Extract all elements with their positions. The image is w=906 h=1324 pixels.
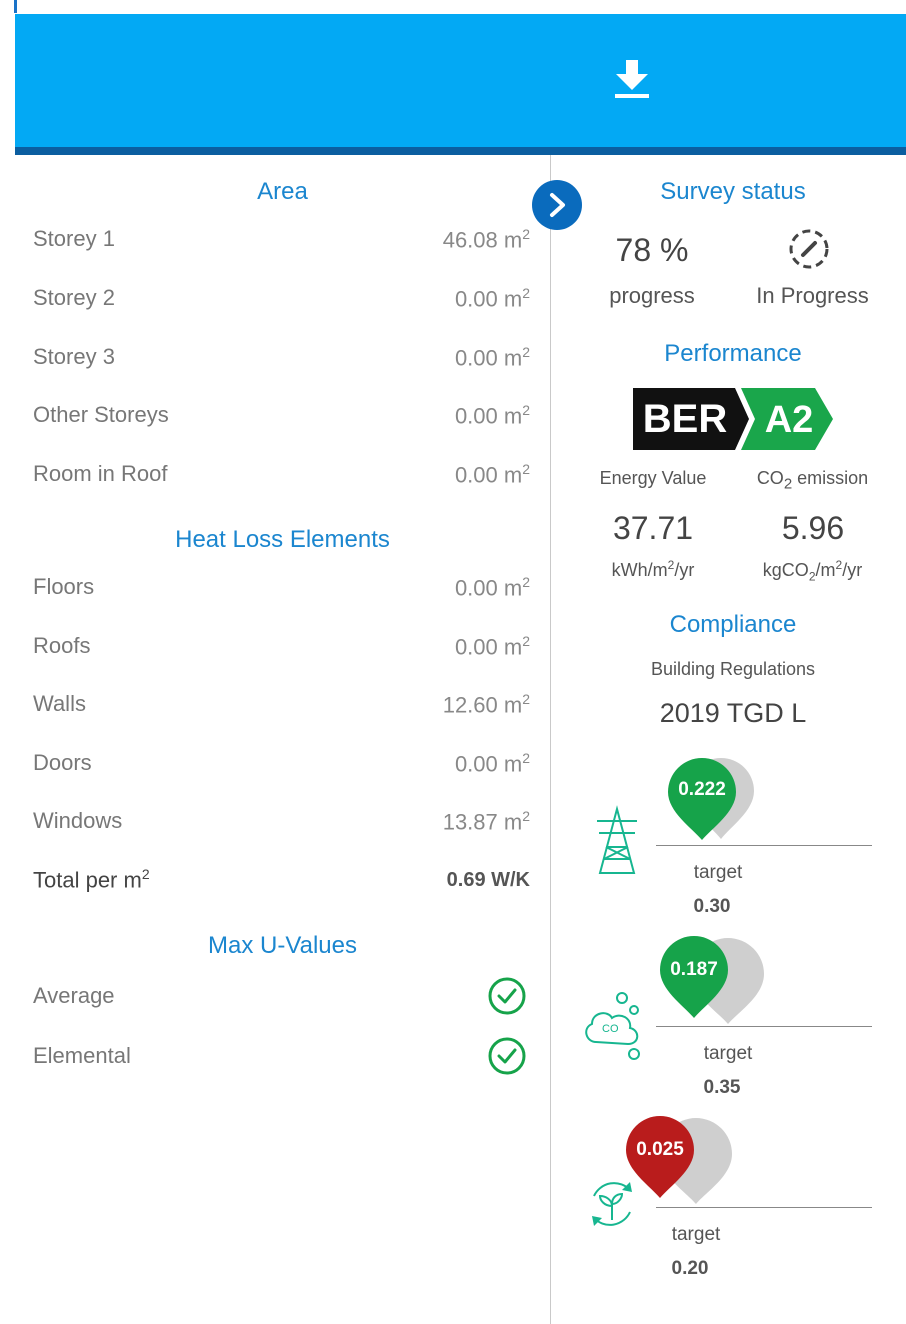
- area-row-value: 0.00 m2: [454, 344, 530, 371]
- ber-text: BER: [643, 397, 728, 441]
- column-divider: [550, 155, 551, 1324]
- total-label: Total per m2: [33, 866, 150, 893]
- area-row-label: Other Storeys: [33, 402, 169, 427]
- compliance-standard: 2019 TGD L: [659, 698, 807, 728]
- area-row-value: 0.00 m2: [454, 285, 530, 312]
- area-row-label: Room in Roof: [33, 461, 168, 486]
- co2-cloud-icon: CO: [578, 988, 654, 1069]
- gauge-value: 0.025: [636, 1139, 684, 1160]
- gauge-pin: [656, 934, 768, 1031]
- target-label: target: [671, 1224, 721, 1245]
- total-value: 0.69 W/K: [446, 869, 530, 891]
- energy-value-label: Energy Value: [599, 468, 707, 488]
- target-value: 0.30: [693, 896, 731, 917]
- survey-status-title: Survey status: [660, 178, 806, 205]
- u-values-title: Max U-Values: [208, 932, 357, 959]
- target-label: target: [693, 862, 743, 883]
- gauge-baseline: [656, 845, 872, 846]
- heat-loss-title: Heat Loss Elements: [175, 526, 390, 553]
- heat-loss-row-label: Roofs: [33, 633, 91, 658]
- gauge-baseline: [656, 1207, 872, 1208]
- edit-progress-icon: [786, 226, 832, 277]
- co2-emission-label: CO2 emission: [756, 468, 869, 493]
- progress-value: 78 %: [615, 232, 689, 268]
- performance-title: Performance: [664, 340, 802, 367]
- heat-loss-row-label: Floors: [33, 574, 95, 599]
- area-row-value: 0.00 m2: [454, 402, 530, 429]
- energy-unit: kWh/m2/yr: [611, 558, 695, 580]
- target-label: target: [703, 1043, 753, 1064]
- gauge-pin: [624, 1114, 736, 1211]
- heat-loss-row-label: Doors: [33, 750, 92, 775]
- u-value-row-label: Elemental: [33, 1043, 131, 1068]
- heat-loss-row-value: 0.00 m2: [454, 633, 530, 660]
- area-row-label: Storey 3: [33, 344, 115, 369]
- area-row-label: Storey 1: [33, 226, 115, 251]
- area-row-value: 0.00 m2: [454, 461, 530, 488]
- area-row-value: 46.08 m2: [442, 226, 530, 253]
- progress-label: progress: [609, 283, 695, 308]
- area-title: Area: [257, 178, 308, 205]
- download-button[interactable]: [612, 56, 652, 102]
- heat-loss-row-label: Windows: [33, 808, 123, 833]
- heat-loss-row-value: 0.00 m2: [454, 750, 530, 777]
- energy-value: 37.71: [612, 510, 694, 546]
- edge-marker: [14, 0, 17, 13]
- power-pylon-icon: [592, 805, 642, 882]
- compliance-subtitle: Building Regulations: [650, 659, 816, 679]
- target-value: 0.20: [671, 1258, 709, 1279]
- download-icon: [615, 60, 649, 98]
- ber-badge: BER A2: [633, 388, 833, 455]
- gauge-baseline: [656, 1026, 872, 1027]
- status-label: In Progress: [756, 283, 869, 308]
- heat-loss-row-value: 13.87 m2: [442, 808, 530, 835]
- gauge-value: 0.222: [678, 779, 726, 800]
- check-circle-icon[interactable]: [487, 976, 527, 1016]
- co2-value: 5.96: [781, 510, 845, 546]
- gauge-pin: [664, 754, 760, 849]
- check-circle-icon[interactable]: [487, 1036, 527, 1076]
- heat-loss-row-value: 12.60 m2: [442, 691, 530, 718]
- ber-rating: A2: [765, 399, 814, 441]
- area-row-label: Storey 2: [33, 285, 115, 310]
- compliance-title: Compliance: [669, 611, 797, 638]
- svg-text:CO: CO: [602, 1023, 619, 1035]
- heat-loss-row-label: Walls: [33, 691, 86, 716]
- u-value-row-label: Average: [33, 983, 115, 1008]
- top-bar: [15, 14, 906, 147]
- heat-loss-row-value: 0.00 m2: [454, 574, 530, 601]
- target-value: 0.35: [703, 1077, 741, 1098]
- top-bar-underline: [15, 147, 906, 155]
- co2-unit: kgCO2/m2/yr: [762, 558, 863, 584]
- renewable-leaf-icon: [584, 1176, 640, 1237]
- gauge-value: 0.187: [670, 959, 718, 980]
